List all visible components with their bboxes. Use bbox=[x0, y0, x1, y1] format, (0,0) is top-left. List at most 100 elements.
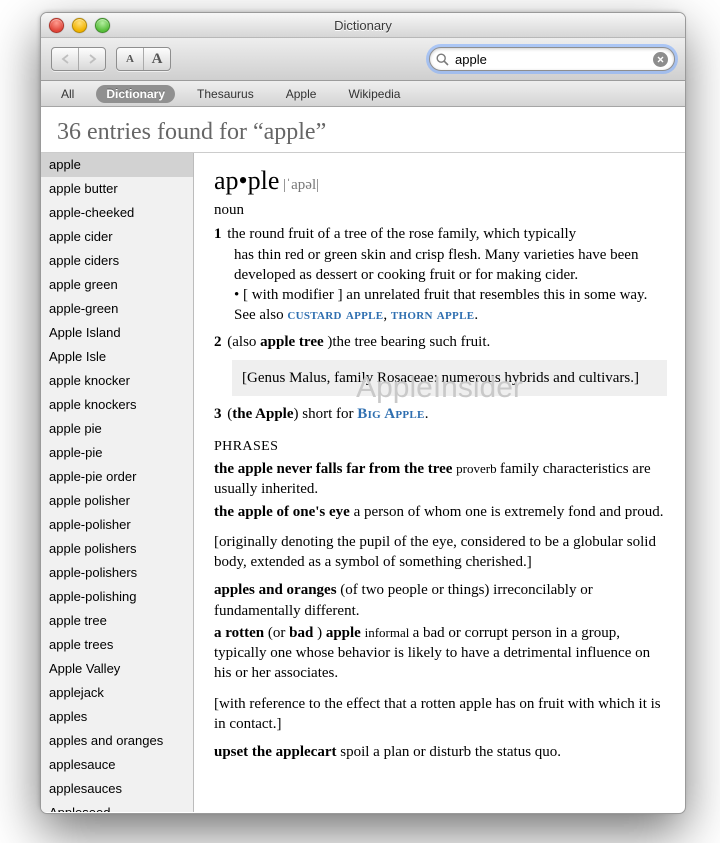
list-item[interactable]: apple polishers bbox=[41, 537, 193, 561]
window-controls bbox=[49, 18, 110, 33]
sense-number: 1 bbox=[214, 226, 222, 242]
search-field[interactable] bbox=[429, 47, 675, 71]
list-item[interactable]: apple butter bbox=[41, 177, 193, 201]
definition-pane: AppleInsider ap•ple |ˈapəl| noun 1 the r… bbox=[194, 153, 685, 812]
part-of-speech: noun bbox=[214, 200, 667, 220]
sense-text: the round fruit of a tree of the rose fa… bbox=[227, 226, 576, 242]
sense-text: . bbox=[474, 307, 478, 323]
increase-font-button[interactable]: A bbox=[143, 48, 170, 70]
phrase-head: a rotten bbox=[214, 625, 264, 641]
etymology-box: [Genus Malus, family Rosaceae: numerous … bbox=[232, 360, 667, 396]
back-button[interactable] bbox=[52, 48, 78, 70]
xref-link[interactable]: custard apple bbox=[287, 307, 383, 323]
phrase-head: apple bbox=[326, 625, 361, 641]
sense-text: , bbox=[383, 307, 391, 323]
tab-wikipedia[interactable]: Wikipedia bbox=[338, 85, 410, 103]
phrase-def: a person of whom one is extremely fond a… bbox=[354, 504, 664, 520]
list-item[interactable]: apple trees bbox=[41, 633, 193, 657]
list-item[interactable]: applesauce bbox=[41, 753, 193, 777]
list-item[interactable]: applesauces bbox=[41, 777, 193, 801]
list-item[interactable]: Apple Valley bbox=[41, 657, 193, 681]
search-input[interactable] bbox=[453, 51, 649, 68]
content-body: apple apple butter apple-cheeked apple c… bbox=[41, 152, 685, 812]
tab-apple[interactable]: Apple bbox=[276, 85, 327, 103]
zoom-icon[interactable] bbox=[95, 18, 110, 33]
list-item[interactable]: apple-polishing bbox=[41, 585, 193, 609]
sense-3: 3 (the Apple) short for Big Apple. bbox=[214, 404, 667, 424]
list-item[interactable]: applejack bbox=[41, 681, 193, 705]
list-item[interactable]: Apple Island bbox=[41, 321, 193, 345]
close-icon bbox=[657, 56, 664, 63]
list-item[interactable]: apple tree bbox=[41, 609, 193, 633]
list-item[interactable]: Appleseed bbox=[41, 801, 193, 812]
list-item[interactable]: apple knockers bbox=[41, 393, 193, 417]
sense-number: 2 bbox=[214, 334, 222, 350]
results-header: 36 entries found for “apple” bbox=[41, 107, 685, 152]
sense-2: 2 (also apple tree )the tree bearing suc… bbox=[214, 332, 667, 352]
list-item[interactable]: Apple Isle bbox=[41, 345, 193, 369]
font-size-buttons: A A bbox=[116, 47, 171, 71]
list-item[interactable]: apple knocker bbox=[41, 369, 193, 393]
xref-link[interactable]: thorn apple bbox=[391, 307, 474, 323]
phrase-note: [originally denoting the pupil of the ey… bbox=[214, 532, 667, 573]
search-icon bbox=[436, 53, 449, 66]
dictionary-window: Dictionary A A bbox=[40, 12, 686, 814]
phrase-head: apples and oranges bbox=[214, 582, 337, 598]
minimize-icon[interactable] bbox=[72, 18, 87, 33]
window-title: Dictionary bbox=[41, 18, 685, 33]
phrase: a rotten (or bad ) apple informal a bad … bbox=[214, 623, 667, 684]
phrase-head: ) bbox=[317, 625, 326, 641]
clear-search-button[interactable] bbox=[653, 52, 668, 67]
list-item[interactable]: apple-cheeked bbox=[41, 201, 193, 225]
sense-text: the tree bearing such fruit. bbox=[332, 334, 490, 350]
list-item[interactable]: apple cider bbox=[41, 225, 193, 249]
nav-buttons bbox=[51, 47, 106, 71]
results-sidebar: apple apple butter apple-cheeked apple c… bbox=[41, 153, 194, 812]
headword: ap•ple bbox=[214, 166, 279, 195]
phrase-head: the apple never falls far from the tree bbox=[214, 461, 452, 477]
pronunciation: |ˈapəl| bbox=[283, 177, 319, 193]
phrase: upset the applecart spoil a plan or dist… bbox=[214, 742, 667, 762]
phrase-head: (or bbox=[268, 625, 289, 641]
list-item[interactable]: apples and oranges bbox=[41, 729, 193, 753]
sense-text: short for bbox=[302, 406, 357, 422]
list-item[interactable]: apple-polisher bbox=[41, 513, 193, 537]
sense-text: . bbox=[425, 406, 429, 422]
chevron-left-icon bbox=[61, 54, 70, 64]
list-item[interactable]: apple-pie bbox=[41, 441, 193, 465]
list-item[interactable]: apple bbox=[41, 153, 193, 177]
tab-dictionary[interactable]: Dictionary bbox=[96, 85, 175, 103]
phrase-def: spoil a plan or disturb the status quo. bbox=[340, 744, 561, 760]
list-item[interactable]: apple-pie order bbox=[41, 465, 193, 489]
phrase: apples and oranges (of two people or thi… bbox=[214, 580, 667, 621]
tab-all[interactable]: All bbox=[51, 85, 84, 103]
phrase-head: upset the applecart bbox=[214, 744, 337, 760]
list-item[interactable]: apple-polishers bbox=[41, 561, 193, 585]
phrase: the apple never falls far from the tree … bbox=[214, 459, 667, 500]
sense-also: the Apple bbox=[232, 406, 293, 422]
phrase-note: [with reference to the effect that a rot… bbox=[214, 694, 667, 735]
list-item[interactable]: apple pie bbox=[41, 417, 193, 441]
phrase: the apple of one's eye a person of whom … bbox=[214, 502, 667, 522]
xref-link[interactable]: Big Apple bbox=[357, 406, 424, 422]
list-item[interactable]: apple ciders bbox=[41, 249, 193, 273]
sense-number: 3 bbox=[214, 406, 222, 422]
phrases-header: PHRASES bbox=[214, 438, 667, 457]
list-item[interactable]: apple green bbox=[41, 273, 193, 297]
sense-1: 1 the round fruit of a tree of the rose … bbox=[214, 224, 667, 325]
sense-text: has thin red or green skin and crisp fle… bbox=[214, 245, 667, 286]
title-bar: Dictionary bbox=[41, 13, 685, 38]
list-item[interactable]: apple polisher bbox=[41, 489, 193, 513]
list-item[interactable]: apples bbox=[41, 705, 193, 729]
sense-also: apple tree bbox=[260, 334, 323, 350]
list-item[interactable]: apple-green bbox=[41, 297, 193, 321]
tab-thesaurus[interactable]: Thesaurus bbox=[187, 85, 264, 103]
forward-button[interactable] bbox=[78, 48, 105, 70]
phrase-head: the apple of one's eye bbox=[214, 504, 350, 520]
close-icon[interactable] bbox=[49, 18, 64, 33]
headword-line: ap•ple |ˈapəl| bbox=[214, 163, 667, 198]
phrase-head: bad bbox=[289, 625, 313, 641]
source-tabs: All Dictionary Thesaurus Apple Wikipedia bbox=[41, 81, 685, 107]
decrease-font-button[interactable]: A bbox=[117, 48, 143, 70]
sense-text: (the Apple) bbox=[227, 406, 302, 422]
